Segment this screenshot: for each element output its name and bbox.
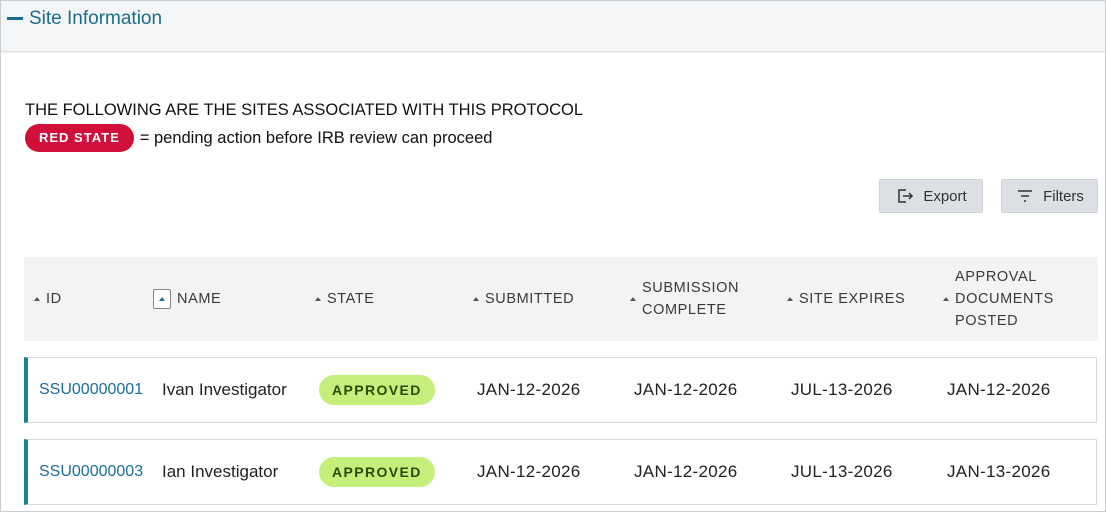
state-cell: APPROVED: [319, 440, 435, 504]
filters-button[interactable]: Filters: [1001, 179, 1098, 213]
documents-posted-date: JAN-12-2026: [947, 380, 1051, 399]
filter-icon: [1018, 190, 1033, 202]
column-header-name[interactable]: NAME: [153, 257, 303, 341]
site-name: Ivan Investigator: [162, 380, 287, 399]
collapse-minus-icon[interactable]: [7, 17, 23, 20]
sort-caret-icon: [787, 297, 793, 301]
state-badge: APPROVED: [319, 457, 435, 487]
site-expires-date: JUL-13-2026: [791, 380, 893, 399]
export-label: Export: [923, 187, 967, 205]
site-id-link[interactable]: SSU00000003: [39, 440, 143, 504]
site-id-link[interactable]: SSU00000001: [39, 358, 143, 422]
sort-caret-icon: [473, 297, 479, 301]
section-title[interactable]: Site Information: [29, 7, 162, 31]
submitted-date: JAN-12-2026: [477, 462, 581, 481]
sort-caret-icon: [943, 297, 949, 301]
export-icon: [898, 189, 914, 203]
table-row: SSU00000003 Ian Investigator APPROVED JA…: [24, 439, 1097, 505]
sort-caret-icon: [630, 297, 636, 301]
export-button[interactable]: Export: [879, 179, 983, 213]
site-expires-date: JUL-13-2026: [791, 462, 893, 481]
column-header-site-expires[interactable]: SITE EXPIRES: [787, 257, 937, 341]
state-badge: APPROVED: [319, 375, 435, 405]
column-header-documents-posted[interactable]: APPROVAL DOCUMENTS POSTED: [943, 257, 1063, 341]
column-header-state[interactable]: STATE: [315, 257, 455, 341]
column-header-id[interactable]: ID: [34, 257, 134, 341]
submission-complete-date: JAN-12-2026: [634, 380, 738, 399]
documents-posted-date: JAN-13-2026: [947, 462, 1051, 481]
sort-caret-icon: [34, 297, 40, 301]
site-name: Ian Investigator: [162, 462, 279, 481]
column-header-submission-complete[interactable]: SUBMISSION COMPLETE: [630, 257, 760, 341]
sort-caret-icon: [315, 297, 321, 301]
red-state-legend: RED STATE = pending action before IRB re…: [25, 124, 492, 152]
submitted-date: JAN-12-2026: [477, 380, 581, 399]
table-header: ID NAME STATE SUBMITTED SUBMISSION COMPL…: [24, 257, 1098, 341]
legend-description: = pending action before IRB review can p…: [139, 128, 493, 147]
site-information-panel: Site Information THE FOLLOWING ARE THE S…: [0, 0, 1106, 512]
state-cell: APPROVED: [319, 358, 435, 422]
column-header-submitted[interactable]: SUBMITTED: [473, 257, 623, 341]
sort-active-icon: [153, 289, 171, 309]
section-header: Site Information: [1, 1, 1105, 52]
red-state-badge: RED STATE: [25, 124, 134, 152]
table-row: SSU00000001 Ivan Investigator APPROVED J…: [24, 357, 1097, 423]
submission-complete-date: JAN-12-2026: [634, 462, 738, 481]
intro-text: THE FOLLOWING ARE THE SITES ASSOCIATED W…: [25, 101, 584, 119]
filters-label: Filters: [1043, 187, 1084, 205]
